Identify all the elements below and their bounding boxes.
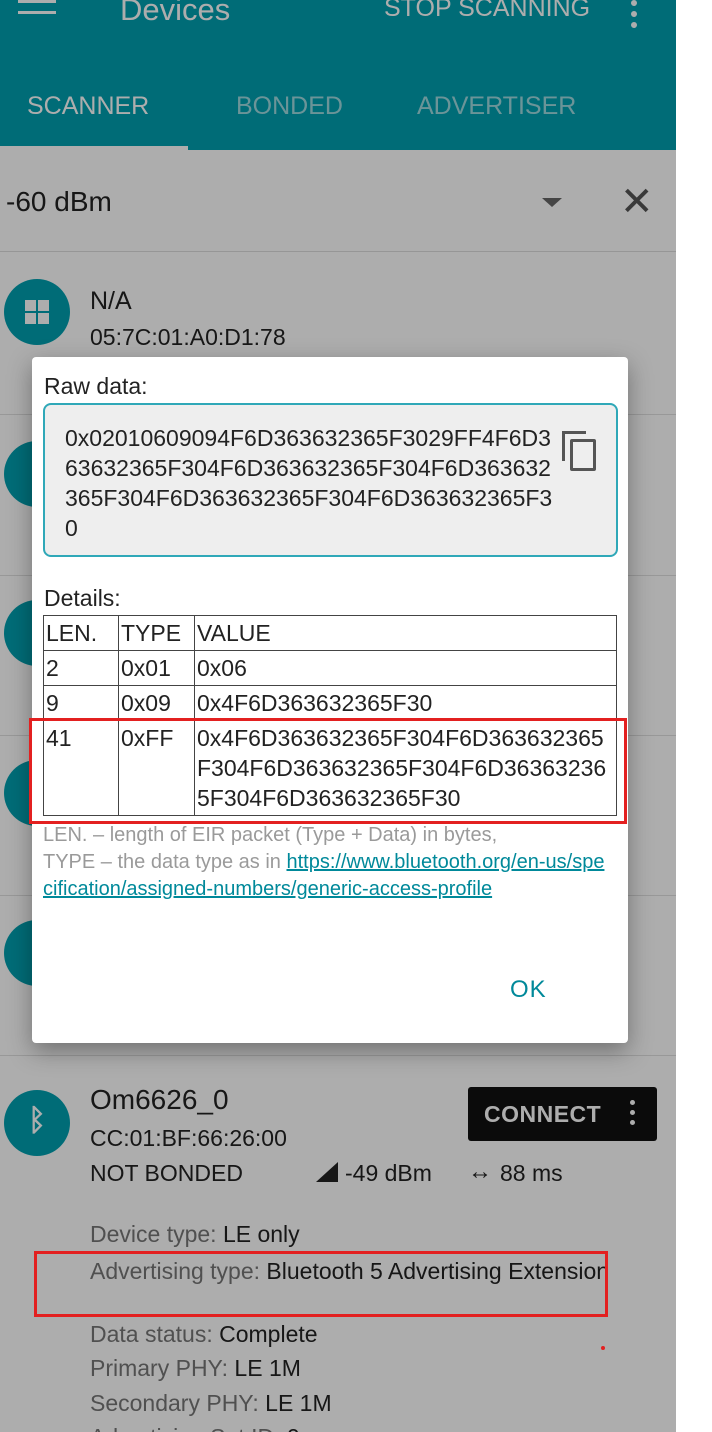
table-cell: 2	[43, 650, 119, 686]
table-header: TYPE	[118, 615, 195, 651]
annotation-dot	[601, 1346, 605, 1350]
raw-data-dialog: Raw data: 0x02010609094F6D363632365F3029…	[29, 357, 628, 1043]
table-cell: 0x06	[194, 650, 617, 686]
highlight-box	[29, 718, 627, 824]
copy-icon[interactable]	[562, 431, 600, 475]
raw-data-label: Raw data:	[44, 373, 148, 399]
legend-line: TYPE – the data type as in	[43, 851, 287, 873]
table-row: 9 0x09 0x4F6D363632365F30	[43, 685, 617, 721]
highlight-box	[34, 1251, 608, 1317]
table-header: LEN.	[43, 615, 119, 651]
table-cell: 0x01	[118, 650, 195, 686]
ok-button[interactable]: OK	[510, 976, 547, 1004]
legend-text: LEN. – length of EIR packet (Type + Data…	[43, 822, 613, 903]
table-header: VALUE	[194, 615, 617, 651]
details-label: Details:	[44, 585, 121, 611]
screen-edge	[676, 0, 712, 1432]
table-cell: 0x4F6D363632365F30	[194, 685, 617, 721]
raw-data-value: 0x02010609094F6D363632365F3029FF4F6D3636…	[65, 425, 553, 541]
table-row: 2 0x01 0x06	[43, 650, 617, 686]
table-header-row: LEN. TYPE VALUE	[43, 615, 617, 651]
raw-data-box[interactable]: 0x02010609094F6D363632365F3029FF4F6D3636…	[43, 403, 618, 557]
table-cell: 0x09	[118, 685, 195, 721]
app-screen: Devices STOP SCANNING SCANNER BONDED ADV…	[0, 0, 676, 1432]
legend-line: LEN. – length of EIR packet (Type + Data…	[43, 824, 498, 846]
table-cell: 9	[43, 685, 119, 721]
